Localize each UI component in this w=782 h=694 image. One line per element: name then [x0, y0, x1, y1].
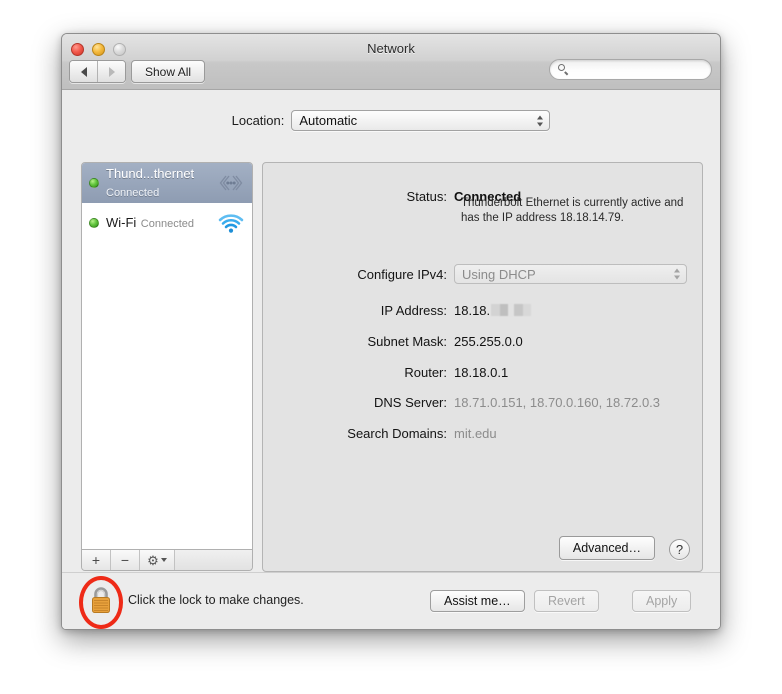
window-bottom-bar: Click the lock to make changes. Assist m… — [62, 572, 720, 629]
revert-button: Revert — [534, 590, 599, 612]
status-description: Thunderbolt Ethernet is currently active… — [461, 197, 684, 225]
stepper-updown-icon — [674, 268, 680, 280]
wifi-icon — [216, 209, 246, 237]
location-selected-value: Automatic — [299, 113, 358, 128]
subnet-mask-label: Subnet Mask: — [367, 334, 448, 349]
interface-actions-menu-button[interactable]: ⚙ — [140, 550, 175, 570]
search-input[interactable] — [573, 61, 703, 78]
advanced-button[interactable]: Advanced… — [558, 536, 655, 560]
footer-filler — [175, 550, 252, 570]
stepper-updown-icon — [537, 115, 544, 126]
configure-ipv4-value: Using DHCP — [462, 266, 536, 282]
dns-server-row: DNS Server: 18.71.0.151, 18.70.0.160, 18… — [263, 395, 702, 410]
router-value: 18.18.0.1 — [454, 365, 509, 380]
forward-button — [97, 61, 125, 82]
subnet-mask-row: Subnet Mask: 255.255.0.0 — [263, 334, 702, 349]
gear-icon: ⚙ — [147, 552, 159, 568]
router-row: Router: 18.18.0.1 — [263, 365, 702, 380]
location-row: Location: Automatic — [62, 110, 720, 131]
interface-detail-panel: Status: Connected Thunderbolt Ethernet i… — [262, 162, 703, 572]
list-item-wifi[interactable]: Wi-Fi Connected — [82, 203, 252, 243]
green-dot — [89, 218, 99, 228]
help-button[interactable]: ? — [669, 539, 690, 560]
configure-ipv4-select[interactable]: Using DHCP — [454, 264, 687, 284]
lock-closed-icon — [90, 585, 112, 620]
interface-name: Wi-Fi — [106, 214, 137, 230]
redacted-block — [491, 304, 532, 316]
triangle-left-icon — [80, 66, 87, 77]
chevron-down-icon — [160, 558, 167, 562]
status-label: Status: — [406, 189, 447, 204]
thunderbolt-icon — [216, 169, 246, 197]
interface-status: Connected — [106, 187, 160, 199]
interface-status: Connected — [140, 217, 194, 230]
search-domains-value: mit.edu — [454, 426, 497, 441]
window-body: Location: Automatic Thund...thernet Conn… — [62, 90, 720, 629]
interface-list-footer: + − ⚙ — [81, 550, 253, 571]
ip-address-label: IP Address: — [380, 303, 447, 318]
ip-address-row: IP Address: 18.18. — [263, 303, 702, 318]
back-button[interactable] — [70, 61, 97, 82]
location-label: Location: — [231, 113, 285, 128]
window-titlebar: Network Show All — [62, 34, 720, 90]
configure-ipv4-label: Configure IPv4: — [357, 266, 447, 282]
window-title: Network — [367, 41, 415, 56]
list-item-thunderbolt-ethernet[interactable]: Thund...thernet Connected — [82, 163, 252, 203]
apply-button: Apply — [632, 590, 692, 612]
triangle-right-icon — [108, 66, 115, 77]
search-field[interactable] — [549, 59, 712, 80]
search-domains-label: Search Domains: — [347, 426, 447, 441]
network-preferences-window: Network Show All Location: Automatic Thu… — [61, 33, 721, 630]
dns-server-label: DNS Server: — [374, 395, 447, 410]
remove-interface-button[interactable]: − — [111, 550, 140, 570]
dns-server-value: 18.71.0.151, 18.70.0.160, 18.72.0.3 — [454, 395, 661, 410]
interface-name: Thund...thernet — [106, 165, 195, 181]
search-icon — [558, 64, 569, 75]
router-label: Router: — [404, 365, 447, 380]
ip-address-value: 18.18. — [454, 303, 532, 318]
show-all-button[interactable]: Show All — [131, 60, 206, 83]
location-select[interactable]: Automatic — [291, 110, 551, 131]
navigation-buttons — [69, 60, 126, 83]
lock-message: Click the lock to make changes. — [128, 593, 304, 607]
green-dot — [89, 178, 99, 188]
subnet-mask-value: 255.255.0.0 — [454, 334, 523, 349]
search-domains-row: Search Domains: mit.edu — [263, 426, 702, 441]
interface-list[interactable]: Thund...thernet Connected Wi-Fi Connecte… — [81, 162, 253, 550]
lock-button[interactable] — [79, 576, 123, 629]
add-interface-button[interactable]: + — [82, 550, 111, 570]
configure-ipv4-row: Configure IPv4: Using DHCP — [263, 264, 702, 284]
assist-me-button[interactable]: Assist me… — [430, 590, 525, 612]
